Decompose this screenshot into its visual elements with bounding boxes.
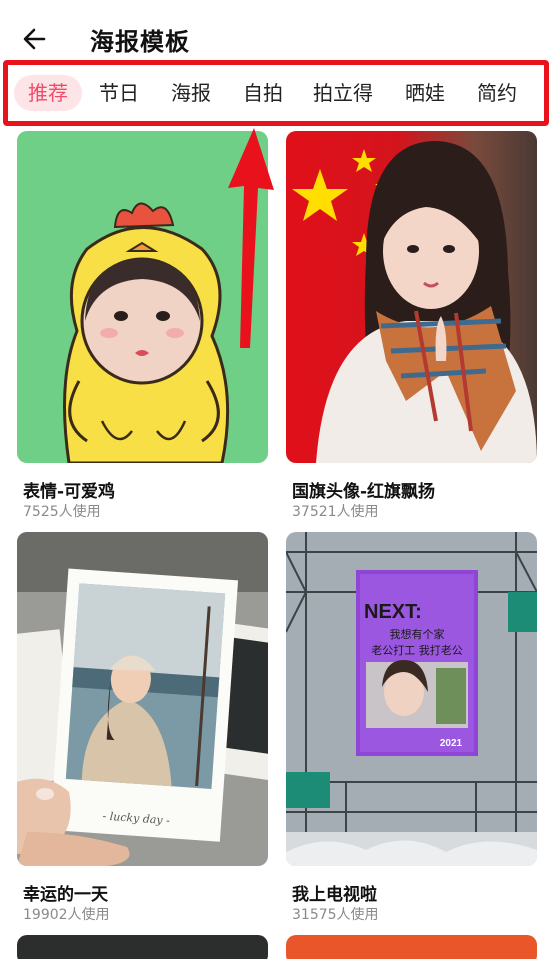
template-card[interactable]: - lucky day - 幸运的一天 19902人使用 — [17, 532, 268, 924]
template-card[interactable]: NEXT: 我想有个家 老公打工 我打老公 2021 我上电视啦 31575人使… — [286, 532, 537, 924]
app-header: 海报模板 — [0, 0, 554, 62]
template-thumbnail[interactable] — [286, 131, 537, 463]
template-usage-count: 19902人使用 — [23, 907, 110, 923]
tab-poster[interactable]: 海报 — [171, 75, 211, 111]
template-card[interactable] — [17, 935, 268, 959]
screen-text-line-2: 老公打工 我打老公 — [371, 643, 463, 657]
template-name: 幸运的一天 — [23, 885, 108, 905]
tab-kids[interactable]: 晒娃 — [405, 75, 445, 111]
tab-holiday[interactable]: 节日 — [99, 75, 139, 111]
flag-portrait-photo — [286, 131, 537, 463]
template-name: 表情-可爱鸡 — [23, 482, 116, 502]
template-usage-count: 37521人使用 — [292, 504, 379, 520]
annotation-arrow-icon — [228, 128, 274, 348]
template-thumbnail[interactable]: NEXT: 我想有个家 老公打工 我打老公 2021 — [286, 532, 537, 866]
template-thumbnail[interactable] — [286, 935, 537, 959]
page-title: 海报模板 — [90, 28, 190, 56]
template-card[interactable]: 国旗头像-红旗飘扬 37521人使用 — [286, 131, 537, 521]
screen-text-line-1: 我想有个家 — [390, 627, 445, 641]
stage-screen-photo: NEXT: 我想有个家 老公打工 我打老公 2021 — [286, 532, 537, 866]
polaroid-photo: - lucky day - — [17, 532, 268, 866]
screen-year: 2021 — [440, 738, 463, 749]
tab-simple[interactable]: 简约 — [477, 75, 517, 111]
template-card[interactable] — [286, 935, 537, 959]
template-name: 国旗头像-红旗飘扬 — [292, 482, 436, 502]
template-usage-count: 31575人使用 — [292, 907, 379, 923]
tab-polaroid[interactable]: 拍立得 — [313, 75, 373, 111]
arrow-left-icon[interactable] — [20, 24, 50, 54]
tab-selfie[interactable]: 自拍 — [243, 75, 283, 111]
template-name: 我上电视啦 — [292, 885, 377, 905]
tab-recommend[interactable]: 推荐 — [14, 75, 82, 111]
screen-title: NEXT: — [364, 601, 422, 623]
category-tabs: 推荐 节日 海报 自拍 拍立得 晒娃 简约 — [14, 75, 534, 111]
template-thumbnail[interactable] — [17, 935, 268, 959]
template-thumbnail[interactable]: - lucky day - — [17, 532, 268, 866]
template-usage-count: 7525人使用 — [23, 504, 101, 520]
